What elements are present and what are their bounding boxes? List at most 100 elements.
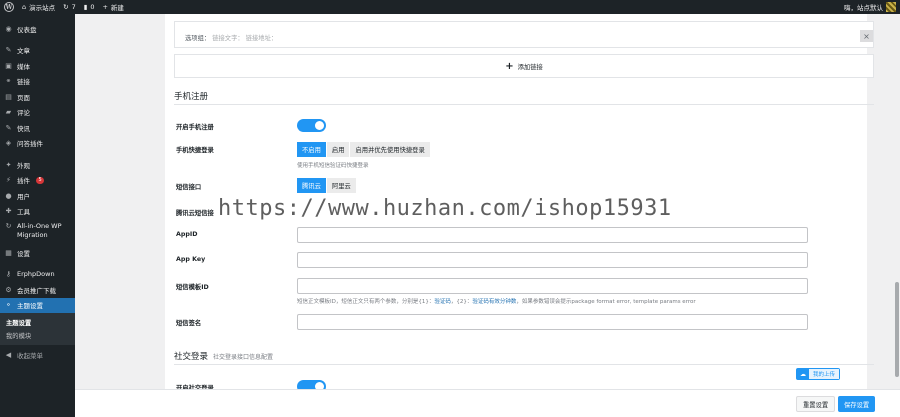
sms-sign-input[interactable] xyxy=(297,314,808,330)
page-icon: ▤ xyxy=(5,92,12,101)
settings-icon: ▦ xyxy=(5,248,12,257)
quick-login-option-priority[interactable]: 启用并优先使用快捷登录 xyxy=(350,142,431,157)
new-label: 新建 xyxy=(110,4,124,12)
sms-option-tencent[interactable]: 腾讯云 xyxy=(297,178,327,193)
theme-settings-icon: ⚬ xyxy=(5,301,12,310)
updates-icon: ↻ xyxy=(63,3,69,11)
wp-logo-menu[interactable]: W xyxy=(0,0,18,14)
sms-interface-label: 短信接口 xyxy=(176,184,202,191)
close-icon: × xyxy=(863,31,870,41)
dashboard-icon: ◉ xyxy=(5,24,12,33)
collapse-icon: ◀ xyxy=(5,350,12,359)
upload-label: 我的上传 xyxy=(809,369,840,379)
appkey-input[interactable] xyxy=(297,252,808,268)
sms-option-aliyun[interactable]: 阿里云 xyxy=(326,178,357,193)
sidebar-item-label: 仪表盘 xyxy=(17,25,37,34)
add-link-button[interactable]: + 添加链接 xyxy=(174,54,874,78)
sidebar-item-label: 页面 xyxy=(17,93,30,102)
phone-register-title: 手机注册 xyxy=(174,90,208,102)
sidebar-item-label: 评论 xyxy=(17,109,30,118)
appearance-icon: ✦ xyxy=(5,160,12,169)
section-subtitle: 社交登录接口信息配置 xyxy=(213,354,274,361)
sidebar-item-theme-settings[interactable]: ⚬ 主题设置 xyxy=(0,297,75,313)
sidebar-item-dashboard[interactable]: ◉ 仪表盘 xyxy=(0,21,75,37)
watermark-text: https://www.huzhan.com/ishop15931 xyxy=(218,196,672,221)
sidebar-item-migration[interactable]: ↻ All-in-One WP Migration xyxy=(0,219,75,245)
link-text-placeholder[interactable]: 链接文字： xyxy=(212,35,243,42)
link-option-group: 选项组： 链接文字： 链接地址： × xyxy=(174,21,874,48)
sidebar-item-label: 工具 xyxy=(17,208,30,217)
comments-link[interactable]: ▮ 0 xyxy=(80,0,99,14)
quick-login-option-disabled[interactable]: 不启用 xyxy=(297,142,327,157)
plugin-icon: ⚡ xyxy=(6,176,11,185)
sidebar-item-label: ErphpDown xyxy=(17,270,55,279)
option-group-label: 选项组： xyxy=(185,35,211,42)
sidebar-item-label: 设置 xyxy=(17,249,30,258)
sidebar-item-posts[interactable]: ✎ 文章 xyxy=(0,43,75,59)
sidebar-item-erphpdown[interactable]: ⚷ ErphpDown xyxy=(0,267,75,283)
site-name-link[interactable]: ⌂ 演示站点 xyxy=(18,0,59,14)
user-icon: ● xyxy=(5,191,12,200)
home-icon: ⌂ xyxy=(22,3,27,11)
submenu-theme-settings[interactable]: 主题设置 xyxy=(0,316,75,329)
reset-settings-button[interactable]: 重置设置 xyxy=(796,396,836,412)
cloud-icon: ☁ xyxy=(797,369,809,379)
template-id-help: 短信正文模板ID，短信正文只有两个参数，分别是{1}：验证码，{2}：验证码有效… xyxy=(297,297,696,305)
comment-icon: ▰ xyxy=(5,108,12,117)
sidebar-item-tools[interactable]: ✚ 工具 xyxy=(0,204,75,220)
sidebar-item-settings[interactable]: ▦ 设置 xyxy=(0,245,75,261)
submenu-my-modules[interactable]: 我的模块 xyxy=(0,329,75,342)
save-settings-button[interactable]: 保存设置 xyxy=(838,396,876,412)
sidebar-item-member-download[interactable]: ⚙ 会员推广下载 xyxy=(0,282,75,298)
appid-input[interactable] xyxy=(297,227,808,243)
appkey-label: App Key xyxy=(176,256,206,263)
admin-sidebar: ◉ 仪表盘 ✎ 文章 ▣ 媒体 ⚭ 链接 ▤ 页面 ▰ 评论 ✎ 快讯 ◈ 问答插件 ✦ 外观 ⚡… xyxy=(0,14,75,417)
remove-link-button[interactable]: × xyxy=(860,30,873,42)
collapse-label: 收起菜单 xyxy=(17,351,43,360)
quick-login-help: 使用手机短信验证码快捷登录 xyxy=(297,163,369,169)
sms-interface-options: 腾讯云 阿里云 xyxy=(297,178,357,193)
new-content-link[interactable]: + 新建 xyxy=(98,0,127,14)
social-login-title: 社交登录 社交登录接口信息配置 xyxy=(174,350,273,362)
sidebar-item-news[interactable]: ✎ 快讯 xyxy=(0,120,75,136)
sms-sign-label: 短信签名 xyxy=(176,320,202,327)
section-divider xyxy=(174,364,874,365)
sidebar-item-label: 媒体 xyxy=(17,62,30,71)
collapse-menu-button[interactable]: ◀ 收起菜单 xyxy=(0,347,75,363)
enable-phone-register-toggle[interactable] xyxy=(297,119,326,132)
tools-icon: ✚ xyxy=(5,207,12,216)
quick-login-option-enabled[interactable]: 启用 xyxy=(326,142,351,157)
pin-icon: ✎ xyxy=(5,46,12,55)
template-id-input[interactable] xyxy=(297,278,808,294)
sidebar-item-media[interactable]: ▣ 媒体 xyxy=(0,58,75,74)
avatar xyxy=(886,2,896,12)
sidebar-item-comments[interactable]: ▰ 评论 xyxy=(0,105,75,121)
help-expiry: 验证码有效分钟数 xyxy=(472,299,517,305)
scrollbar-thumb[interactable] xyxy=(895,282,899,377)
wordpress-logo-icon: W xyxy=(4,2,14,12)
plus-icon: + xyxy=(505,60,514,72)
sidebar-item-users[interactable]: ● 用户 xyxy=(0,188,75,204)
comments-count: 0 xyxy=(90,3,95,11)
sidebar-item-qa[interactable]: ◈ 问答插件 xyxy=(0,136,75,152)
sidebar-item-label: 插件 xyxy=(17,177,30,186)
sidebar-item-pages[interactable]: ▤ 页面 xyxy=(0,89,75,105)
section-title-text: 手机注册 xyxy=(174,92,209,102)
help-text: ，{2}： xyxy=(450,299,473,305)
my-account-menu[interactable]: 嗨，站点默认 xyxy=(844,2,900,12)
sidebar-item-links[interactable]: ⚭ 链接 xyxy=(0,74,75,90)
sidebar-item-plugins[interactable]: ⚡ 插件 5 xyxy=(0,173,75,189)
updates-link[interactable]: ↻ 7 xyxy=(59,0,80,14)
sidebar-item-label: All-in-One WP Migration xyxy=(17,222,62,239)
my-upload-badge[interactable]: ☁ 我的上传 xyxy=(796,368,841,380)
sidebar-item-label: 外观 xyxy=(17,161,30,170)
section-title-text: 社交登录 xyxy=(174,352,209,362)
media-icon: ▣ xyxy=(5,61,12,70)
greeting: 嗨，站点默认 xyxy=(844,4,883,12)
comment-icon: ▮ xyxy=(83,3,88,11)
enable-phone-register-label: 开启手机注册 xyxy=(176,124,214,131)
link-url-placeholder[interactable]: 链接地址： xyxy=(246,35,277,42)
sidebar-item-label: 文章 xyxy=(17,47,30,56)
sidebar-item-appearance[interactable]: ✦ 外观 xyxy=(0,157,75,173)
quick-login-label: 手机快捷登录 xyxy=(176,147,214,154)
